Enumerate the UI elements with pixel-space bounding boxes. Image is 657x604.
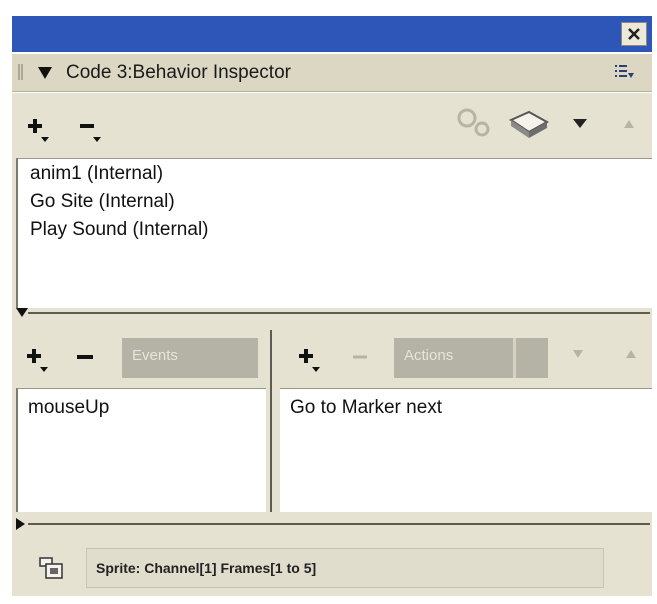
collapse-triangle-icon[interactable] <box>38 67 52 79</box>
status-text: Sprite: Channel[1] Frames[1 to 5] <box>96 560 317 576</box>
remove-behavior-button[interactable] <box>76 112 108 144</box>
list-item[interactable]: Play Sound (Internal) <box>30 219 209 241</box>
actions-list[interactable]: Go to Marker next <box>280 388 652 512</box>
script-icon[interactable] <box>507 108 551 140</box>
list-item[interactable]: Go Site (Internal) <box>30 191 175 213</box>
sprite-icon[interactable] <box>36 556 72 584</box>
splitter-arrow-icon[interactable] <box>16 518 26 530</box>
events-header-label: Events <box>132 347 178 364</box>
window-title-bar[interactable] <box>12 16 652 52</box>
grip-icon[interactable] <box>18 64 24 80</box>
list-item[interactable]: anim1 (Internal) <box>30 163 163 185</box>
gears-icon[interactable] <box>455 106 495 140</box>
remove-action-button[interactable] <box>350 345 372 365</box>
panel-options-icon[interactable] <box>613 63 635 81</box>
add-action-button[interactable] <box>296 342 326 374</box>
arrow-down-icon[interactable] <box>571 348 585 360</box>
arrow-down-icon[interactable] <box>571 116 589 130</box>
arrow-up-icon[interactable] <box>622 118 636 130</box>
events-list[interactable]: mouseUp <box>16 388 266 512</box>
list-item[interactable]: Go to Marker next <box>290 397 442 419</box>
close-button[interactable] <box>621 22 647 46</box>
behaviors-list[interactable]: anim1 (Internal) Go Site (Internal) Play… <box>16 158 652 308</box>
close-icon <box>628 28 640 40</box>
actions-header-label: Actions <box>404 347 454 364</box>
header-divider <box>513 338 516 378</box>
add-event-button[interactable] <box>24 342 54 374</box>
remove-event-button[interactable] <box>74 345 98 365</box>
list-item[interactable]: mouseUp <box>28 397 109 419</box>
add-behavior-button[interactable] <box>24 112 56 144</box>
arrow-up-icon[interactable] <box>624 348 638 360</box>
vertical-splitter[interactable] <box>270 330 276 512</box>
splitter-arrow-icon[interactable] <box>16 308 28 318</box>
panel-title: Code 3:Behavior Inspector <box>66 62 291 83</box>
pane-splitter[interactable] <box>28 312 650 314</box>
pane-splitter[interactable] <box>28 523 650 525</box>
